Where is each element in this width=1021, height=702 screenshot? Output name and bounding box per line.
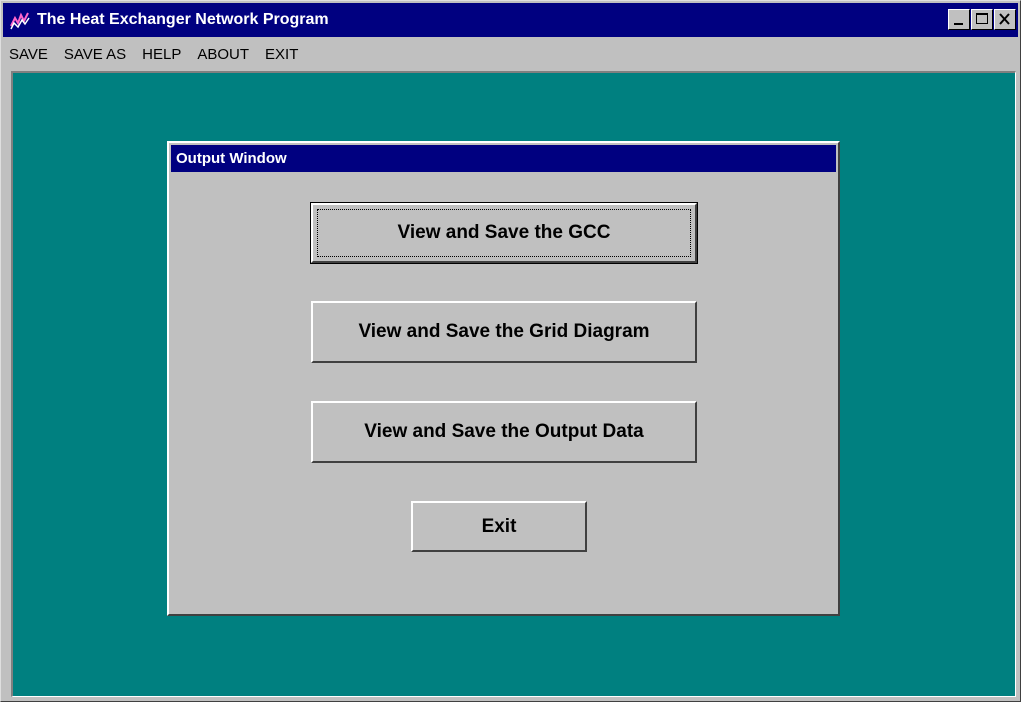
- menu-help[interactable]: HELP: [135, 46, 190, 63]
- view-save-output-data-label: View and Save the Output Data: [364, 421, 644, 442]
- menu-bar: SAVE SAVE AS HELP ABOUT EXIT: [3, 38, 1018, 70]
- output-window-title-bar[interactable]: Output Window: [171, 145, 836, 172]
- output-window-title: Output Window: [176, 150, 287, 167]
- menu-save-as[interactable]: SAVE AS: [57, 46, 135, 63]
- output-window: Output Window View and Save the GCC View…: [167, 141, 840, 616]
- maximize-icon[interactable]: [971, 9, 993, 30]
- window-title: The Heat Exchanger Network Program: [37, 11, 329, 28]
- minimize-icon[interactable]: [948, 9, 970, 30]
- view-save-output-data-button[interactable]: View and Save the Output Data: [311, 401, 697, 463]
- view-save-grid-diagram-label: View and Save the Grid Diagram: [358, 321, 650, 342]
- view-save-gcc-label: View and Save the GCC: [397, 222, 611, 243]
- menu-exit[interactable]: EXIT: [258, 46, 307, 63]
- menu-save[interactable]: SAVE: [3, 46, 57, 63]
- exit-label: Exit: [481, 515, 517, 537]
- chart-line-icon[interactable]: [9, 9, 31, 31]
- window-controls: [947, 9, 1016, 30]
- exit-button[interactable]: Exit: [411, 501, 587, 552]
- menu-about[interactable]: ABOUT: [190, 46, 258, 63]
- view-save-gcc-button[interactable]: View and Save the GCC: [310, 202, 698, 264]
- close-icon[interactable]: [994, 9, 1016, 30]
- view-save-grid-diagram-button[interactable]: View and Save the Grid Diagram: [311, 301, 697, 363]
- title-bar[interactable]: The Heat Exchanger Network Program: [3, 3, 1018, 37]
